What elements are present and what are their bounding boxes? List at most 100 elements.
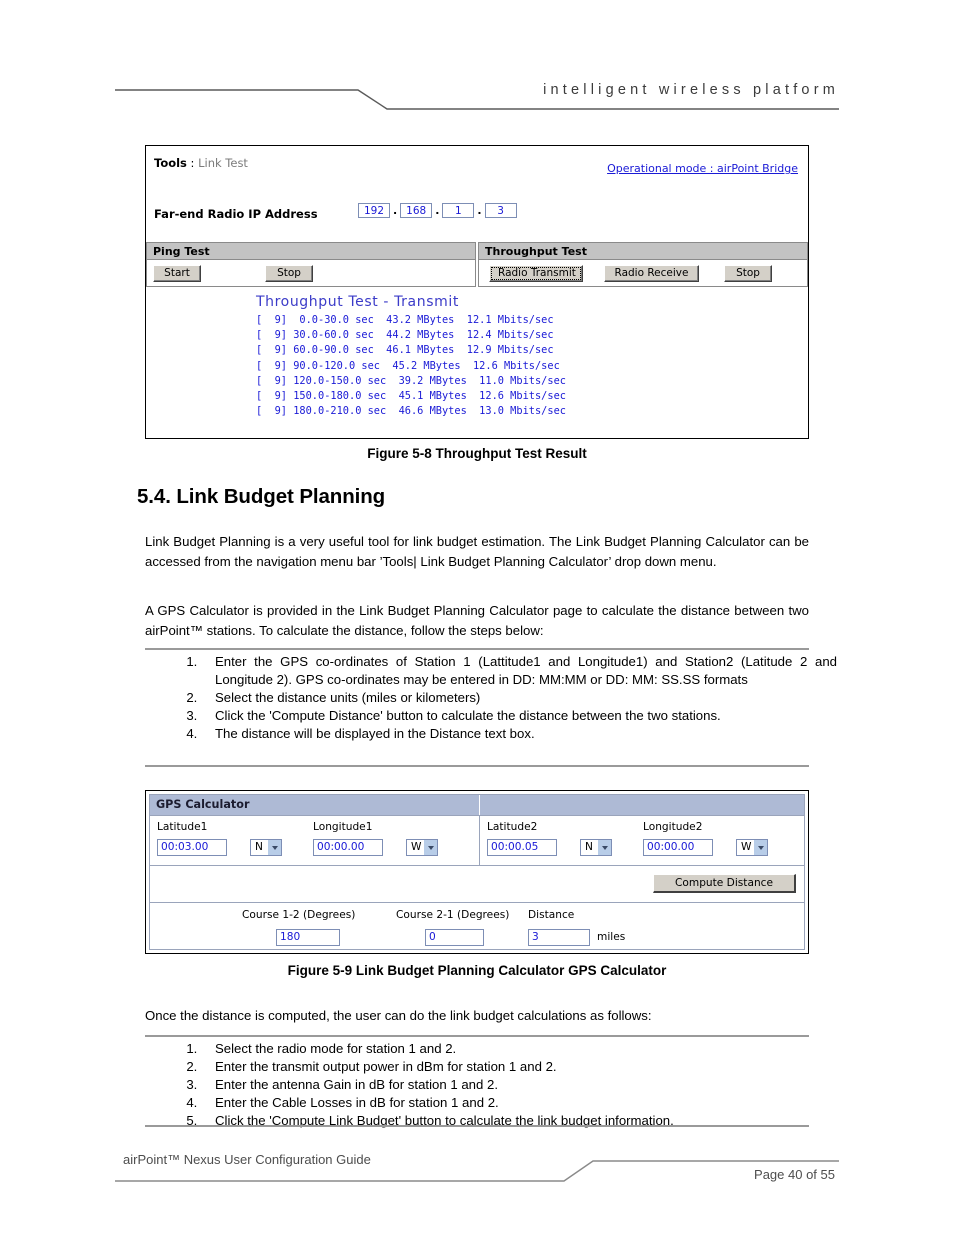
longitude1-hemisphere-select[interactable]: W [406,839,438,856]
list-item: Select the radio mode for station 1 and … [201,1040,837,1058]
breadcrumb-root: Tools [154,156,187,170]
longitude2-hemisphere-select[interactable]: W [736,839,768,856]
longitude2-label: Longitude2 [643,821,703,833]
throughput-result-line: [ 9] 180.0-210.0 sec 46.6 MBytes 13.0 Mb… [256,405,566,418]
operational-mode-link[interactable]: Operational mode : airPoint Bridge [607,162,798,175]
latitude1-hemisphere-value: N [255,841,263,853]
chevron-down-icon [268,840,281,855]
link-test-top-section: Tools : Link Test Operational mode : air… [146,146,808,242]
breadcrumb: Tools : Link Test [154,156,248,170]
link-budget-steps-list: Select the radio mode for station 1 and … [173,1040,837,1130]
throughput-result-lines: [ 9] 0.0-30.0 sec 43.2 MBytes 12.1 Mbits… [256,313,808,419]
throughput-test-panel-title: Throughput Test [478,242,808,260]
gps-calculator-title: GPS Calculator [150,795,480,815]
radio-transmit-button[interactable]: Radio Transmit [489,264,583,282]
course-2-1-value[interactable]: 0 [425,929,484,946]
list-item: Enter the transmit output power in dBm f… [201,1058,837,1076]
list-divider-top [145,648,809,650]
page-header: intelligent wireless platform [115,78,839,112]
throughput-result-line: [ 9] 0.0-30.0 sec 43.2 MBytes 12.1 Mbits… [256,314,554,326]
far-end-ip-label: Far-end Radio IP Address [154,207,318,221]
latitude1-label: Latitude1 [157,821,208,833]
ping-stop-button[interactable]: Stop [265,264,313,282]
distance-label: Distance [528,909,575,921]
header-tagline: intelligent wireless platform [543,82,839,98]
link-test-screenshot: Tools : Link Test Operational mode : air… [145,145,809,439]
course-2-1-label: Course 2-1 (Degrees) [396,909,510,921]
section-heading: 5.4. Link Budget Planning [137,485,386,508]
throughput-test-panel: Throughput Test Radio Transmit Radio Rec… [478,242,808,289]
list-item: Enter the Cable Losses in dB for station… [201,1094,837,1112]
gps-calculator-header-right [480,795,804,815]
gps-calculator-header: GPS Calculator [150,795,804,816]
ping-start-button[interactable]: Start [153,264,201,282]
footer-page-number: Page 40 of 55 [754,1167,835,1182]
chevron-down-icon [424,840,437,855]
longitude1-hemisphere-value: W [411,841,422,853]
ping-test-panel-body: Start Stop [146,260,476,287]
chevron-down-icon [598,840,611,855]
ip-octet-3-input[interactable]: 1 [442,203,475,218]
section-paragraph-1: Link Budget Planning is a very useful to… [145,534,809,569]
latitude2-label: Latitude2 [487,821,538,833]
ip-octet-2-input[interactable]: 168 [400,203,433,218]
latitude2-hemisphere-select[interactable]: N [580,839,612,856]
compute-distance-button[interactable]: Compute Distance [653,874,796,893]
distance-unit-label: miles [597,931,626,943]
chevron-down-icon [754,840,767,855]
gps-results-row: Course 1-2 (Degrees) 180 Course 2-1 (Deg… [150,903,804,949]
list-item: The distance will be displayed in the Di… [201,725,837,743]
list-divider-top-2 [145,1035,809,1037]
station1-fields: Latitude1 00:03.00 N Longitude1 00:00.00… [150,816,480,865]
latitude2-hemisphere-value: N [585,841,593,853]
gps-steps-list: Enter the GPS co-ordinates of Station 1 … [173,653,837,743]
list-item: Click the 'Compute Distance' button to c… [201,707,837,725]
ip-separator-dot: . [477,204,482,217]
figure-5-8-caption: Figure 5-8 Throughput Test Result [367,446,587,461]
compute-row: Compute Distance [150,866,804,903]
section-paragraph-2: A GPS Calculator is provided in the Link… [145,603,809,638]
ip-separator-dot: . [435,204,440,217]
list-divider-bottom-2 [145,1125,809,1127]
station2-fields: Latitude2 00:00.05 N Longitude2 00:00.00… [480,816,804,865]
far-end-ip-input-group: 192 . 168 . 1 . 3 [358,203,517,218]
longitude2-hemisphere-value: W [741,841,752,853]
ip-separator-dot: . [393,204,398,217]
gps-calculator-panel: GPS Calculator Latitude1 00:03.00 N Long… [149,794,805,950]
throughput-test-panel-body: Radio Transmit Radio Receive Stop [478,260,808,287]
gps-fields-row: Latitude1 00:03.00 N Longitude1 00:00.00… [150,816,804,866]
figure-5-9-caption: Figure 5-9 Link Budget Planning Calculat… [287,963,667,978]
ip-octet-4-input[interactable]: 3 [484,203,517,218]
longitude1-label: Longitude1 [313,821,373,833]
footer-document-title: airPoint™ Nexus User Configuration Guide [123,1152,371,1167]
throughput-result-line: [ 9] 150.0-180.0 sec 45.1 MBytes 12.6 Mb… [256,390,566,403]
throughput-result-line: [ 9] 60.0-90.0 sec 46.1 MBytes 12.9 Mbit… [256,344,554,357]
throughput-result-title: Throughput Test - Transmit [256,294,459,310]
course-1-2-label: Course 1-2 (Degrees) [242,909,356,921]
throughput-stop-button[interactable]: Stop [724,264,772,282]
list-item: Enter the antenna Gain in dB for station… [201,1076,837,1094]
list-item: Enter the GPS co-ordinates of Station 1 … [201,653,837,689]
throughput-result-line: [ 9] 30.0-60.0 sec 44.2 MBytes 12.4 Mbit… [256,329,554,342]
latitude2-input[interactable]: 00:00.05 [487,839,557,856]
throughput-result-area: Throughput Test - Transmit [ 9] 0.0-30.0… [146,289,808,437]
longitude2-input[interactable]: 00:00.00 [643,839,713,856]
section-paragraph-3: Once the distance is computed, the user … [145,1008,652,1023]
ip-octet-1-input[interactable]: 192 [358,203,390,218]
list-divider-bottom [145,765,809,767]
course-1-2-value[interactable]: 180 [276,929,340,946]
longitude1-input[interactable]: 00:00.00 [313,839,383,856]
radio-receive-button[interactable]: Radio Receive [604,264,699,282]
throughput-result-line: [ 9] 90.0-120.0 sec 45.2 MBytes 12.6 Mbi… [256,359,560,372]
test-panels-row: Ping Test Start Stop Throughput Test Rad… [146,242,808,289]
breadcrumb-separator: : [186,156,199,170]
latitude1-input[interactable]: 00:03.00 [157,839,227,856]
list-item: Click the 'Compute Link Budget' button t… [201,1112,837,1130]
breadcrumb-current-page: Link Test [198,156,248,170]
page-footer: airPoint™ Nexus User Configuration Guide… [115,1148,839,1186]
latitude1-hemisphere-select[interactable]: N [250,839,282,856]
ping-test-panel-title: Ping Test [146,242,476,260]
gps-calculator-screenshot: GPS Calculator Latitude1 00:03.00 N Long… [145,790,809,954]
distance-value[interactable]: 3 [528,929,590,946]
ping-test-panel: Ping Test Start Stop [146,242,478,289]
